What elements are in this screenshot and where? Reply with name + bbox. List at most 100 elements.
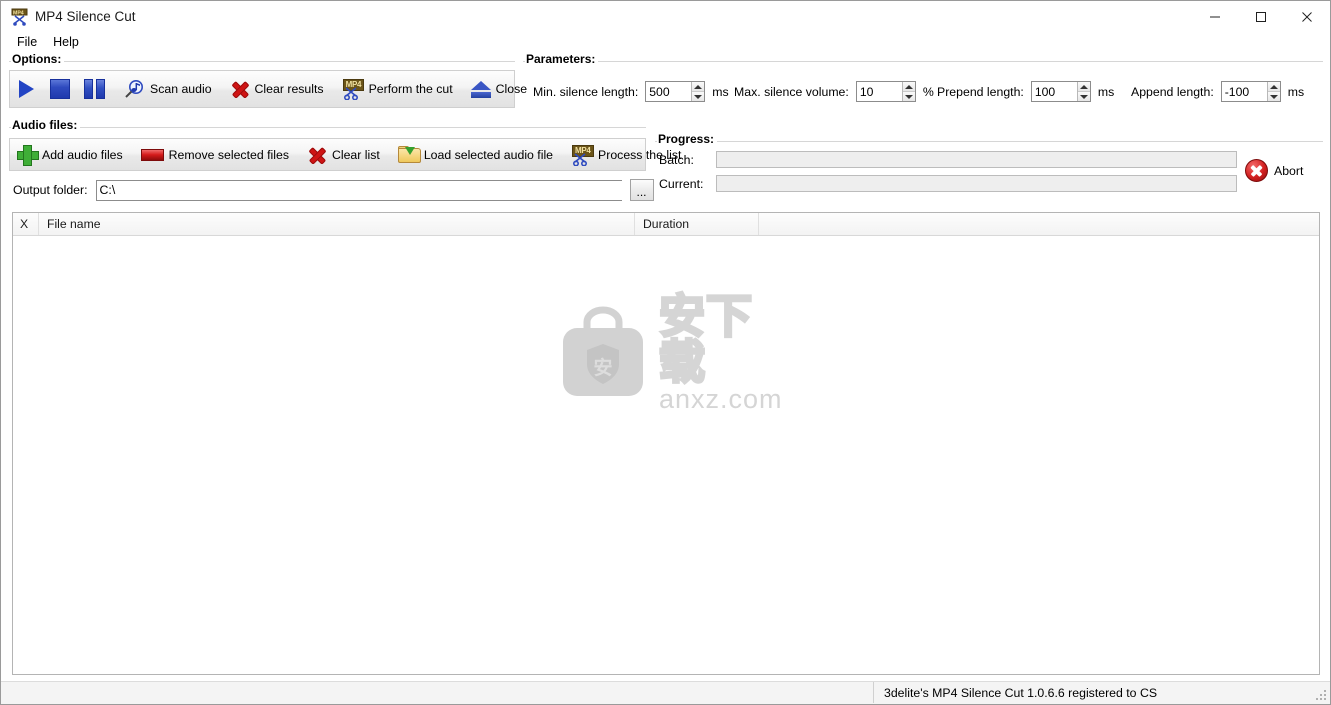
mp4-scissors-icon: MP4 xyxy=(571,144,594,166)
min-silence-length-stepper[interactable] xyxy=(645,81,706,102)
pause-button[interactable] xyxy=(77,71,112,107)
column-header-file-name[interactable]: File name xyxy=(39,213,635,235)
append-length-input[interactable] xyxy=(1221,82,1267,101)
window-controls xyxy=(1192,1,1330,32)
progress-group-label: Progress: xyxy=(657,132,718,146)
spin-up-button[interactable] xyxy=(902,82,915,92)
abort-circle-icon xyxy=(1245,159,1268,182)
spin-up-button[interactable] xyxy=(692,82,705,92)
pause-icon xyxy=(84,79,105,99)
min-silence-length-label: Min. silence length: xyxy=(533,84,639,99)
app-window: MP4 MP4 Silence Cut File Help Options: S… xyxy=(0,0,1331,705)
spin-down-button[interactable] xyxy=(902,92,915,101)
prepend-length-unit: ms xyxy=(1097,84,1115,99)
spin-up-button[interactable] xyxy=(1267,82,1280,92)
max-silence-volume-unit: % xyxy=(922,84,934,99)
browse-output-folder-button[interactable]: ... xyxy=(629,179,654,201)
red-x-icon xyxy=(307,146,327,164)
prepend-length-label: Prepend length: xyxy=(937,84,1024,99)
scan-audio-label: Scan audio xyxy=(150,82,212,96)
min-silence-length-spin-buttons[interactable] xyxy=(691,82,705,101)
clear-results-button[interactable]: Clear results xyxy=(223,71,331,107)
menu-bar: File Help xyxy=(1,32,1330,51)
stop-button[interactable] xyxy=(43,71,77,107)
options-group: Options: Scan audio Clear results MP4 Pe… xyxy=(9,52,527,111)
max-silence-volume-label: Max. silence volume: xyxy=(734,84,849,99)
prepend-length-input[interactable] xyxy=(1031,82,1077,101)
spin-down-button[interactable] xyxy=(1077,92,1090,101)
audio-files-group-rule xyxy=(9,127,646,128)
clear-list-label: Clear list xyxy=(331,147,380,162)
append-length-unit: ms xyxy=(1287,84,1305,99)
clear-list-button[interactable]: Clear list xyxy=(300,139,387,170)
resize-grip[interactable] xyxy=(1316,690,1328,702)
output-folder-field[interactable] xyxy=(95,179,627,201)
current-progress-bar xyxy=(716,175,1237,192)
output-folder-input[interactable] xyxy=(96,180,627,200)
parameters-group-label: Parameters: xyxy=(525,52,599,66)
max-silence-volume-input[interactable] xyxy=(856,82,902,101)
close-button[interactable] xyxy=(1284,1,1330,32)
audio-files-group: Audio files: Add audio files Remove sele… xyxy=(9,118,681,175)
spin-down-button[interactable] xyxy=(692,92,705,101)
play-icon xyxy=(19,80,34,98)
perform-the-cut-button[interactable]: MP4 Perform the cut xyxy=(335,71,460,107)
current-progress-label: Current: xyxy=(659,176,704,191)
green-plus-icon xyxy=(17,145,39,166)
stop-icon xyxy=(50,79,70,99)
spin-down-button[interactable] xyxy=(1267,92,1280,101)
status-bar: 3delite's MP4 Silence Cut 1.0.6.6 regist… xyxy=(1,681,1330,704)
abort-label: Abort xyxy=(1274,163,1304,178)
append-length-label: Append length: xyxy=(1131,84,1214,99)
red-x-icon xyxy=(230,80,250,99)
audio-files-toolbar: Add audio files Remove selected files Cl… xyxy=(9,138,681,171)
prepend-length-spin-buttons[interactable] xyxy=(1076,82,1090,101)
column-header-spacer xyxy=(759,213,1319,235)
menu-item-help[interactable]: Help xyxy=(45,34,87,50)
title-bar: MP4 MP4 Silence Cut xyxy=(1,1,1330,32)
scan-audio-icon xyxy=(123,79,145,99)
min-silence-length-unit: ms xyxy=(712,84,729,99)
prepend-length-stepper[interactable] xyxy=(1030,81,1091,102)
max-silence-volume-stepper[interactable] xyxy=(855,81,916,102)
options-group-label: Options: xyxy=(11,52,65,66)
minimize-button[interactable] xyxy=(1192,1,1238,32)
min-silence-length-input[interactable] xyxy=(646,82,692,101)
open-folder-icon xyxy=(397,146,421,163)
mp4-scissors-icon: MP4 xyxy=(342,79,365,100)
append-length-stepper[interactable] xyxy=(1220,81,1281,102)
load-selected-audio-file-button[interactable]: Load selected audio file xyxy=(391,139,560,170)
file-list-header: X File name Duration xyxy=(13,213,1319,236)
add-audio-files-button[interactable]: Add audio files xyxy=(10,139,130,170)
progress-group-rule xyxy=(655,141,1323,142)
progress-group: Progress: Batch: Current: Abort xyxy=(655,132,1323,193)
scan-audio-button[interactable]: Scan audio xyxy=(116,71,219,107)
batch-progress-label: Batch: xyxy=(659,152,694,167)
svg-text:MP4: MP4 xyxy=(13,10,24,16)
play-button[interactable] xyxy=(10,71,43,107)
red-bar-icon xyxy=(140,148,164,161)
spin-up-button[interactable] xyxy=(1077,82,1090,92)
remove-selected-files-label: Remove selected files xyxy=(168,147,289,162)
eject-icon xyxy=(470,80,491,98)
load-selected-audio-file-label: Load selected audio file xyxy=(423,147,554,162)
options-group-rule xyxy=(9,61,515,62)
max-silence-volume-spin-buttons[interactable] xyxy=(901,82,915,101)
app-icon: MP4 xyxy=(11,8,29,26)
output-folder-label: Output folder: xyxy=(13,183,88,197)
abort-button[interactable]: Abort xyxy=(1245,159,1303,182)
maximize-button[interactable] xyxy=(1238,1,1284,32)
column-header-x[interactable]: X xyxy=(13,213,39,235)
column-header-duration[interactable]: Duration xyxy=(635,213,759,235)
remove-selected-files-button[interactable]: Remove selected files xyxy=(134,139,296,170)
file-list-body[interactable] xyxy=(13,236,1319,674)
menu-item-file[interactable]: File xyxy=(9,34,45,50)
add-audio-files-label: Add audio files xyxy=(42,147,123,162)
status-text: 3delite's MP4 Silence Cut 1.0.6.6 regist… xyxy=(873,682,1157,703)
batch-progress-bar xyxy=(716,151,1237,168)
parameters-group-rule xyxy=(523,61,1323,62)
file-list[interactable]: X File name Duration xyxy=(12,212,1320,675)
clear-results-label: Clear results xyxy=(254,82,324,96)
append-length-spin-buttons[interactable] xyxy=(1266,82,1280,101)
audio-files-group-label: Audio files: xyxy=(11,118,81,132)
